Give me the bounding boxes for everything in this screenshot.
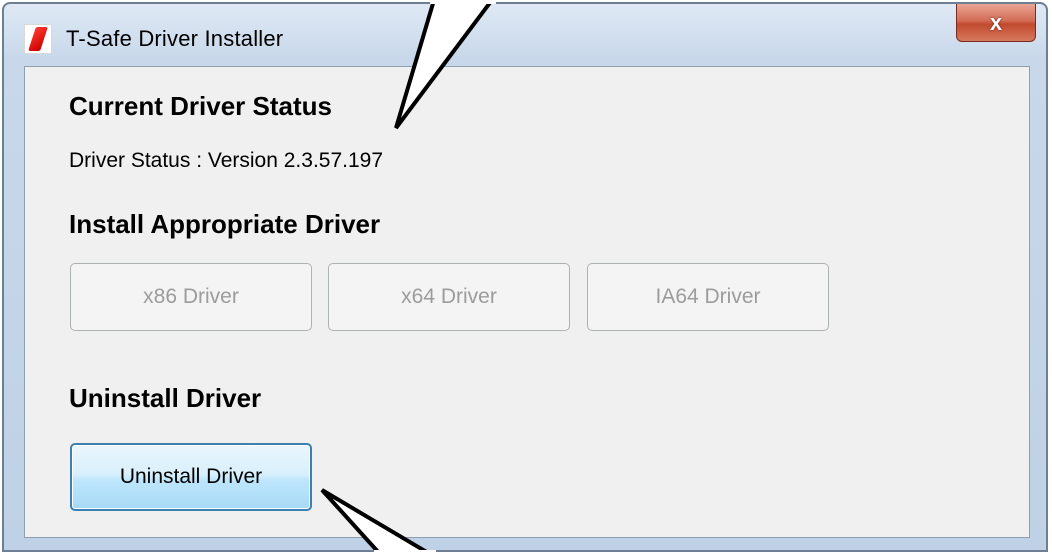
uninstall-driver-button[interactable]: Uninstall Driver: [70, 443, 312, 511]
client-area: Current Driver Status Driver Status : Ve…: [24, 66, 1030, 538]
close-button[interactable]: x: [956, 4, 1036, 42]
uninstall-driver-heading: Uninstall Driver: [69, 383, 262, 413]
ia64-driver-button[interactable]: IA64 Driver: [587, 263, 829, 331]
window-title: T-Safe Driver Installer: [66, 26, 284, 51]
driver-status-text: Driver Status : Version 2.3.57.197: [69, 149, 384, 172]
close-icon: x: [989, 9, 1003, 35]
x86-driver-button[interactable]: x86 Driver: [70, 263, 312, 331]
x64-driver-button[interactable]: x64 Driver: [328, 263, 570, 331]
app-icon: [24, 24, 52, 54]
title-bar[interactable]: T-Safe Driver Installer x: [4, 4, 1046, 66]
current-status-heading: Current Driver Status: [69, 91, 332, 121]
install-driver-heading: Install Appropriate Driver: [69, 209, 381, 239]
installer-window: T-Safe Driver Installer x Current Driver…: [2, 2, 1048, 552]
